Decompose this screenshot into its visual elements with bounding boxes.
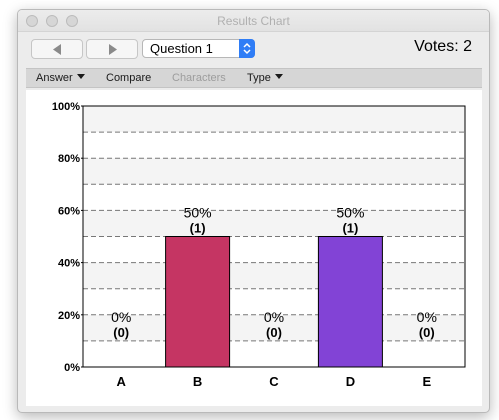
y-tick-label: 80% [58, 153, 80, 165]
x-category-label: A [117, 374, 127, 389]
chevron-down-icon [76, 74, 85, 79]
y-tick-label: 100% [52, 101, 80, 113]
votes-count: Votes: 2 [414, 38, 472, 55]
results-bar-chart: 0%20%40%60%80%100% 0%(0)50%(1)0%(0)50%(1… [52, 101, 466, 389]
y-tick-label: 40% [58, 258, 80, 270]
chart-panel: 0% 20% 40% 60% 80% 100% 0% (0) 50% (1) 0% (0) 50% (1… [26, 90, 482, 406]
chart-toolbar: Answer Compare Characters Type [26, 68, 482, 88]
up-down-chevron-icon [243, 42, 251, 55]
triangle-right-icon [109, 44, 117, 55]
type-menu-label: Type [247, 72, 271, 84]
title-bar: Results Chart [18, 10, 489, 32]
bar-count-label: (0) [419, 325, 435, 340]
grid-band [83, 262, 465, 289]
bar-percent-label: 0% [111, 309, 131, 325]
x-category-label: D [346, 374, 355, 389]
bar-percent-label: 0% [417, 309, 437, 325]
bar-d [317, 236, 383, 368]
bar-percent-label: 50% [184, 205, 212, 221]
results-chart-window: Results Chart Question 1 Votes: 2 Answer… [17, 9, 490, 413]
bar-count-label: (1) [190, 221, 206, 236]
bar-count-label: (0) [266, 325, 282, 340]
type-menu[interactable]: Type [247, 72, 283, 84]
bar-count-label: (1) [342, 221, 358, 236]
compare-button[interactable]: Compare [106, 72, 151, 84]
bar-b [165, 236, 231, 368]
next-question-button[interactable] [86, 39, 138, 59]
bar-percent-label: 50% [336, 205, 364, 221]
bar-percent-label: 0% [264, 309, 284, 325]
y-tick-label: 60% [58, 205, 80, 217]
y-tick-label: 0% [64, 362, 80, 374]
window-title: Results Chart [217, 14, 290, 28]
answer-menu[interactable]: Answer [36, 72, 85, 84]
grid-band [83, 210, 465, 237]
characters-button: Characters [172, 72, 226, 84]
previous-question-button[interactable] [31, 39, 83, 59]
x-category-label: E [422, 374, 431, 389]
question-select[interactable]: Question 1 [142, 39, 255, 58]
chevron-down-icon [274, 74, 283, 79]
question-select-stepper[interactable] [239, 39, 255, 58]
y-tick-label: 20% [58, 310, 80, 322]
question-select-value: Question 1 [150, 41, 213, 56]
triangle-left-icon [53, 44, 61, 55]
grid-band [83, 158, 465, 185]
answer-menu-label: Answer [36, 72, 73, 84]
bar-count-label: (0) [113, 325, 129, 340]
grid-band [83, 106, 465, 133]
x-category-label: B [193, 374, 202, 389]
x-category-label: C [269, 374, 279, 389]
